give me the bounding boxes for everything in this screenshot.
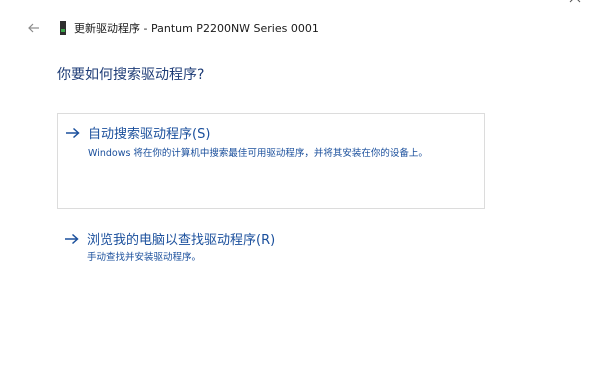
back-button[interactable]: [26, 20, 42, 36]
close-icon: [569, 0, 581, 3]
window-title: 更新驱动程序 - Pantum P2200NW Series 0001: [74, 22, 319, 35]
page-heading: 你要如何搜索驱动程序?: [57, 67, 205, 83]
right-arrow-icon: [64, 232, 80, 246]
back-arrow-icon: [28, 23, 39, 33]
browse-computer-title: 浏览我的电脑以查找驱动程序(R): [87, 233, 276, 248]
browse-computer-description: 手动查找并安装驱动程序。: [87, 252, 202, 263]
auto-search-description: Windows 将在你的计算机中搜索最佳可用驱动程序，并将其安装在你的设备上。: [88, 148, 428, 159]
title-bar: 更新驱动程序 - Pantum P2200NW Series 0001: [26, 18, 319, 38]
right-arrow-icon: [65, 126, 81, 140]
auto-search-option[interactable]: 自动搜索驱动程序(S) Windows 将在你的计算机中搜索最佳可用驱动程序，并…: [57, 113, 485, 209]
printer-device-icon: [59, 21, 69, 35]
close-button[interactable]: [564, 0, 586, 8]
browse-computer-option[interactable]: 浏览我的电脑以查找驱动程序(R) 手动查找并安装驱动程序。: [57, 222, 485, 266]
auto-search-title: 自动搜索驱动程序(S): [88, 127, 211, 142]
update-driver-window: 更新驱动程序 - Pantum P2200NW Series 0001 你要如何…: [0, 0, 598, 378]
